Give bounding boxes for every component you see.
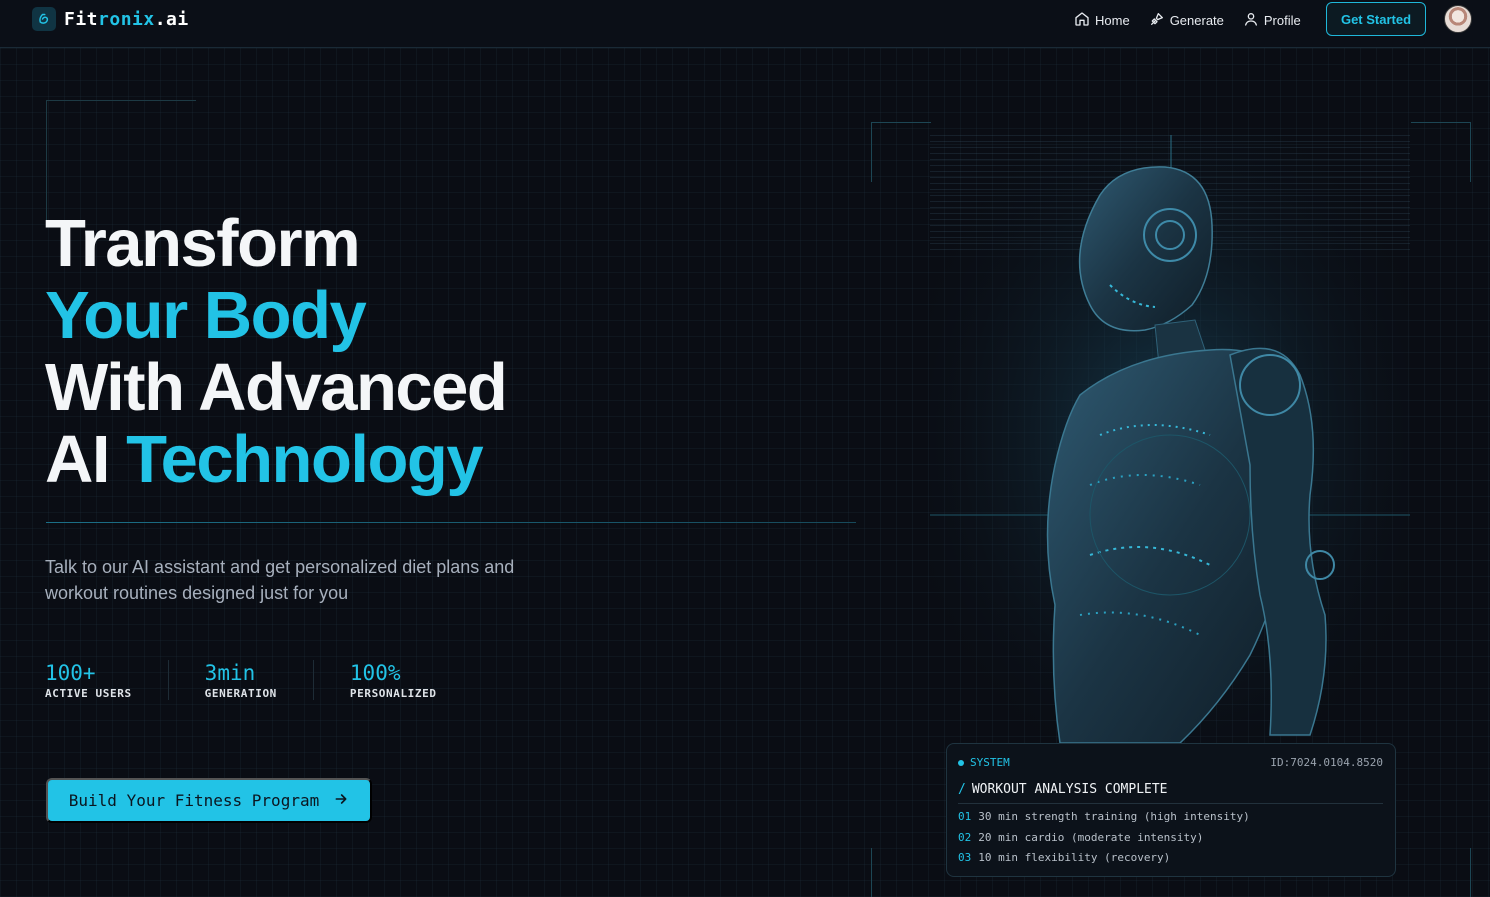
nav-generate-label: Generate xyxy=(1169,12,1224,28)
stat-value: 3min xyxy=(204,661,256,685)
navbar: Fitronix.ai Home Generate Profile Get St… xyxy=(0,0,1490,48)
frame-corner-tr xyxy=(1411,122,1471,182)
system-title-text: WORKOUT ANALYSIS COMPLETE xyxy=(971,782,1168,797)
hero-title-line4b: Technology xyxy=(126,422,484,497)
system-title: / WORKOUT ANALYSIS COMPLETE xyxy=(958,782,1383,804)
stat-generation: 3min GENERATION xyxy=(205,660,314,700)
robot-illustration xyxy=(930,135,1410,743)
home-icon xyxy=(1074,11,1090,30)
system-list: 01 30 min strength training (high intensi… xyxy=(958,810,1250,872)
system-id: ID:7024.0104.8520 xyxy=(1270,756,1383,769)
stats: 100+ ACTIVE USERS 3min GENERATION 100% P… xyxy=(45,660,509,700)
nav-profile[interactable]: Profile xyxy=(1243,11,1301,29)
hero-subtitle: Talk to our AI assistant and get persona… xyxy=(45,557,515,603)
user-icon xyxy=(1243,11,1259,30)
frame-corner-tl xyxy=(871,122,931,182)
nav-links: Home Generate Profile xyxy=(1074,11,1320,29)
stat-value: 100% xyxy=(349,661,401,685)
frame-edge-br xyxy=(1470,848,1471,897)
hero-title: Transform Your Body With Advanced AI Tec… xyxy=(45,206,508,496)
zap-logo-icon xyxy=(32,7,56,31)
hero-corner-frame xyxy=(46,100,196,220)
nav-home-label: Home xyxy=(1095,12,1130,28)
stat-label: ACTIVE USERS xyxy=(45,687,132,700)
system-card-header: SYSTEM ID:7024.0104.8520 xyxy=(958,756,1383,769)
nav-home[interactable]: Home xyxy=(1074,11,1130,29)
hero-title-line4a: AI xyxy=(45,422,127,497)
slash-icon: / xyxy=(958,782,966,797)
system-label-text: SYSTEM xyxy=(970,756,1010,769)
avatar[interactable] xyxy=(1444,5,1472,33)
hero-title-line4: AI Technology xyxy=(45,424,506,496)
build-program-button[interactable]: Build Your Fitness Program xyxy=(46,778,372,823)
get-started-button[interactable]: Get Started xyxy=(1326,2,1426,36)
nav-profile-label: Profile xyxy=(1263,12,1301,28)
stat-active-users: 100+ ACTIVE USERS xyxy=(45,660,169,700)
nav-generate[interactable]: Generate xyxy=(1149,11,1224,29)
list-item-text: 10 min flexibility (recovery) xyxy=(978,851,1171,864)
list-item-text: 20 min cardio (moderate intensity) xyxy=(978,830,1204,844)
hero-title-line3: With Advanced xyxy=(45,350,508,425)
list-item-number: 01 xyxy=(958,810,972,823)
build-program-label: Build Your Fitness Program xyxy=(68,791,320,810)
brand[interactable]: Fitronix.ai xyxy=(32,7,189,31)
zap-icon xyxy=(1149,11,1165,30)
list-item: 01 30 min strength training (high intensi… xyxy=(958,810,1250,831)
stat-personalized: 100% PERSONALIZED xyxy=(350,660,473,700)
list-item: 02 20 min cardio (moderate intensity) xyxy=(958,831,1250,852)
stat-value: 100+ xyxy=(45,661,96,685)
status-dot-icon xyxy=(958,759,964,766)
stat-label: PERSONALIZED xyxy=(349,687,437,700)
stat-label: GENERATION xyxy=(204,687,277,700)
list-item-number: 02 xyxy=(958,830,972,844)
system-label: SYSTEM xyxy=(958,756,1010,769)
system-card: SYSTEM ID:7024.0104.8520 / WORKOUT ANALYS… xyxy=(946,743,1396,877)
hero-title-line1: Transform xyxy=(45,206,361,281)
brand-name: Fitronix.ai xyxy=(64,8,189,30)
list-item-number: 03 xyxy=(958,851,972,864)
list-item: 03 10 min flexibility (recovery) xyxy=(958,851,1250,872)
hero-title-line2: Your Body xyxy=(45,278,367,353)
frame-edge-bl xyxy=(871,848,872,897)
hero-divider xyxy=(46,522,856,523)
list-item-text: 30 min strength training (high intensity… xyxy=(978,810,1250,823)
arrow-right-icon xyxy=(333,791,349,811)
